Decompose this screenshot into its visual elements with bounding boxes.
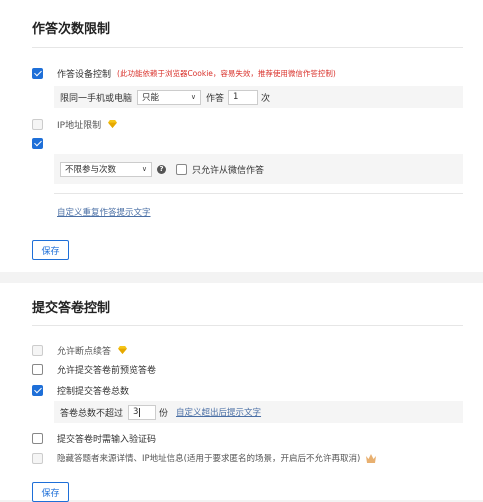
device-control-checkbox[interactable] bbox=[32, 67, 43, 79]
preview-label: 允许提交答卷前预览答卷 bbox=[57, 365, 157, 376]
divider bbox=[32, 325, 463, 326]
device-control-label: 作答设备控制 bbox=[57, 69, 112, 80]
device-control-note: (此功能依赖于浏览器Cookie，容易失效，推荐使用微信作答控制) bbox=[117, 68, 336, 78]
total-control-checkbox[interactable] bbox=[32, 384, 43, 396]
device-limit-panel: 限同一手机或电脑 只能 ∨ 作答 1 次 bbox=[54, 86, 463, 108]
total-limit-label: 答卷总数不超过 bbox=[60, 408, 124, 419]
custom-repeat-link[interactable]: 自定义重复作答提示文字 bbox=[57, 206, 151, 218]
preview-row: 允许提交答卷前预览答卷 bbox=[32, 362, 156, 376]
third-option-row bbox=[32, 136, 43, 150]
chevron-down-icon: ∨ bbox=[141, 165, 147, 173]
resume-answer-label: 允许断点续答 bbox=[57, 346, 112, 357]
submit-control-card: 提交答卷控制 允许断点续答 允许提交答卷前预览答卷 控制提交答卷总数 答卷总数不… bbox=[0, 283, 483, 502]
total-control-label: 控制提交答卷总数 bbox=[57, 386, 130, 397]
limit-select-value: 只能 bbox=[142, 93, 160, 103]
hide-info-row: 隐藏答题者来源详情、IP地址信息(适用于要求匿名的场景，开启后不允许再取消) bbox=[32, 451, 377, 465]
third-option-checkbox[interactable] bbox=[32, 137, 43, 149]
captcha-checkbox[interactable] bbox=[32, 432, 43, 444]
diamond-icon bbox=[108, 120, 118, 128]
limit-label: 限同一手机或电脑 bbox=[60, 93, 133, 104]
total-limit-input[interactable]: 3 bbox=[128, 404, 157, 420]
answer-count-input[interactable]: 1 bbox=[228, 89, 259, 105]
captcha-label: 提交答卷时需输入验证码 bbox=[57, 434, 157, 445]
wechat-only-label: 只允许从微信作答 bbox=[192, 165, 265, 176]
limit-select[interactable]: 只能 ∨ bbox=[137, 89, 202, 105]
total-limit-unit: 份 bbox=[159, 408, 169, 419]
captcha-row: 提交答卷时需输入验证码 bbox=[32, 431, 156, 445]
wechat-only-checkbox[interactable] bbox=[176, 163, 187, 175]
device-control-row: 作答设备控制 (此功能依赖于浏览器Cookie，容易失效，推荐使用微信作答控制) bbox=[32, 66, 336, 80]
resume-answer-row: 允许断点续答 bbox=[32, 343, 127, 357]
save-button[interactable]: 保存 bbox=[32, 482, 69, 502]
preview-checkbox[interactable] bbox=[32, 363, 43, 375]
total-limit-value: 3 bbox=[133, 407, 139, 417]
save-button[interactable]: 保存 bbox=[32, 240, 69, 260]
section-title: 作答次数限制 bbox=[32, 22, 111, 37]
total-limit-panel: 答卷总数不超过 3 份 自定义超出后提示文字 bbox=[54, 401, 463, 423]
crown-icon bbox=[366, 453, 377, 463]
divider bbox=[54, 193, 463, 194]
participation-panel: 不限参与次数 ∨ ? 只允许从微信作答 bbox=[54, 154, 463, 184]
diamond-icon bbox=[118, 346, 127, 354]
section-title: 提交答卷控制 bbox=[32, 301, 111, 316]
hide-info-label: 隐藏答题者来源详情、IP地址信息(适用于要求匿名的场景，开启后不允许再取消) bbox=[57, 454, 361, 464]
count-unit: 次 bbox=[261, 93, 271, 104]
help-icon[interactable]: ? bbox=[157, 164, 166, 174]
answer-label: 作答 bbox=[206, 93, 225, 104]
hide-info-checkbox[interactable] bbox=[32, 452, 43, 464]
total-control-row: 控制提交答卷总数 bbox=[32, 383, 129, 397]
ip-limit-checkbox[interactable] bbox=[32, 118, 43, 130]
chevron-down-icon: ∨ bbox=[190, 93, 197, 101]
answer-count-value: 1 bbox=[233, 92, 239, 102]
participation-select[interactable]: 不限参与次数 ∨ bbox=[60, 161, 152, 177]
ip-limit-row: IP地址限制 bbox=[32, 117, 118, 131]
text-cursor bbox=[139, 407, 141, 417]
divider bbox=[32, 47, 463, 48]
answer-limit-card: 作答次数限制 作答设备控制 (此功能依赖于浏览器Cookie，容易失效，推荐使用… bbox=[0, 0, 483, 272]
ip-limit-label: IP地址限制 bbox=[57, 120, 102, 131]
resume-answer-checkbox[interactable] bbox=[32, 344, 43, 356]
participation-select-value: 不限参与次数 bbox=[65, 165, 117, 175]
custom-exceed-link[interactable]: 自定义超出后提示文字 bbox=[176, 406, 261, 418]
